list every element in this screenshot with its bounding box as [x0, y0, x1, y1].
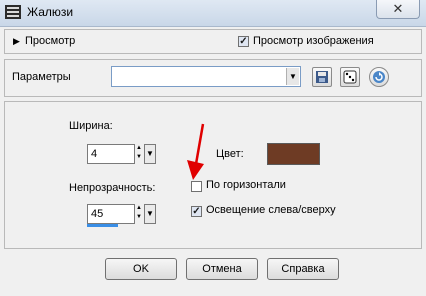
blinds-dialog: Жалюзи ✕ ▶ Просмотр ✓ Просмотр изображен…: [0, 0, 426, 296]
reset-button[interactable]: [369, 67, 389, 87]
help-button[interactable]: Справка: [267, 258, 339, 280]
floppy-disk-icon: [316, 71, 328, 83]
horizontal-checkbox[interactable]: [191, 181, 202, 192]
preset-combobox[interactable]: ▼: [111, 66, 301, 87]
opacity-stepper-arrows[interactable]: ▲ ▼: [135, 204, 143, 224]
window-title: Жалюзи: [27, 5, 74, 19]
reset-arrow-icon: [373, 71, 385, 83]
color-label: Цвет:: [216, 148, 244, 160]
close-icon: ✕: [392, 1, 404, 16]
opacity-level-bar: [87, 224, 118, 227]
cancel-button[interactable]: Отмена: [186, 258, 258, 280]
red-arrow-annotation: [187, 123, 205, 180]
blinds-app-icon: [5, 5, 21, 19]
light-label: Освещение слева/сверху: [206, 204, 336, 216]
horizontal-label: По горизонтали: [206, 179, 286, 191]
width-label: Ширина:: [69, 120, 113, 132]
chevron-down-icon[interactable]: ▼: [286, 68, 299, 85]
opacity-label: Непрозрачность:: [69, 182, 156, 194]
color-swatch[interactable]: [267, 143, 320, 165]
preview-image-checkbox[interactable]: ✓: [238, 36, 249, 47]
opacity-input[interactable]: 45: [87, 204, 135, 224]
preview-image-label: Просмотр изображения: [253, 35, 374, 47]
chevron-down-icon[interactable]: ▼: [144, 144, 156, 164]
width-stepper-arrows[interactable]: ▲ ▼: [135, 144, 143, 164]
title-bar: Жалюзи ✕: [0, 0, 426, 27]
chevron-down-icon[interactable]: ▼: [144, 204, 156, 224]
dice-icon: [343, 70, 357, 84]
settings-panel: Ширина: 4 ▲ ▼ ▼ Цвет: Непрозрачность: 45 …: [4, 101, 422, 249]
save-preset-button[interactable]: [312, 67, 332, 87]
preview-panel: ▶ Просмотр ✓ Просмотр изображения: [4, 29, 422, 54]
expand-arrow-icon[interactable]: ▶: [13, 36, 20, 47]
preview-toggle-label[interactable]: Просмотр: [25, 35, 75, 47]
width-input[interactable]: 4: [87, 144, 135, 164]
opacity-spinner[interactable]: 45 ▲ ▼ ▼: [87, 204, 157, 224]
params-label: Параметры: [12, 71, 71, 83]
ok-button[interactable]: OK: [105, 258, 177, 280]
width-spinner[interactable]: 4 ▲ ▼ ▼: [87, 144, 157, 164]
close-button[interactable]: ✕: [376, 0, 420, 19]
params-panel: Параметры ▼: [4, 59, 422, 97]
random-button[interactable]: [340, 67, 360, 87]
light-checkbox[interactable]: ✓: [191, 206, 202, 217]
